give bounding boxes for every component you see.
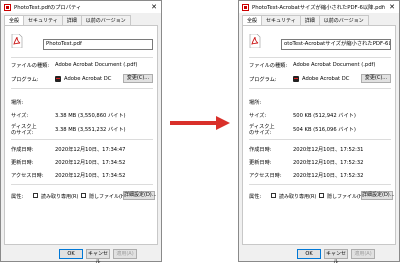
window-title: PhotoTest.pdfのプロパティ [14, 5, 82, 11]
program-label: プログラム: [249, 77, 277, 83]
hidden-checkbox[interactable] [81, 193, 86, 198]
apply-button[interactable]: 適用(A) [113, 249, 137, 259]
readonly-label: 読み取り専用(R) [41, 194, 79, 200]
pdf-file-icon [249, 34, 261, 48]
modified-label: 更新日時: [249, 160, 272, 166]
modified-value: 2020年12月10日、17:34:52 [55, 160, 126, 166]
created-label: 作成日時: [249, 147, 272, 153]
location-label: 場所: [249, 100, 262, 106]
general-panel: PhotoTest.pdf ファイルの種類: Adobe Acrobat Doc… [4, 25, 158, 245]
divider [11, 88, 153, 89]
created-value: 2020年12月10日、17:52:31 [293, 147, 364, 153]
properties-dialog-reduced: PhotoTest-Acrobatサイズが縮小されたPDF-6以降.pdfのプロ… [238, 0, 400, 265]
tab-strip: 全般 セキュリティ 詳細 以前のバージョン [4, 15, 131, 26]
filetype-label: ファイルの種類: [11, 63, 50, 69]
size-label: サイズ: [249, 113, 267, 119]
accessed-value: 2020年12月10日、17:52:32 [293, 173, 364, 179]
size-label: サイズ: [11, 113, 29, 119]
created-label: 作成日時: [11, 147, 34, 153]
program-value: Adobe Acrobat DC [64, 76, 112, 82]
general-panel: otoTest-Acrobatサイズが縮小されたPDF-6以降.pdf ファイル… [242, 25, 396, 245]
readonly-checkbox[interactable] [271, 193, 276, 198]
modified-label: 更新日時: [11, 160, 34, 166]
location-label: 場所: [11, 100, 24, 106]
accessed-label: アクセス日時: [249, 173, 282, 179]
divider [11, 57, 153, 58]
filename-field[interactable]: otoTest-Acrobatサイズが縮小されたPDF-6以降.pdf [281, 39, 391, 50]
divider [249, 57, 391, 58]
advanced-button[interactable]: 詳細設定(D)... [123, 191, 157, 200]
filetype-value: Adobe Acrobat Document (.pdf) [293, 62, 376, 68]
size-value: 500 KB (512,942 バイト) [293, 113, 356, 119]
program-value: Adobe Acrobat DC [302, 76, 350, 82]
created-value: 2020年12月10日、17:34:47 [55, 147, 126, 153]
ok-button[interactable]: OK [297, 249, 321, 259]
hidden-label: 隠しファイル(H) [327, 194, 365, 200]
filetype-value: Adobe Acrobat Document (.pdf) [55, 62, 138, 68]
window-title: PhotoTest-Acrobatサイズが縮小されたPDF-6以降.pdfのプロ… [252, 5, 385, 11]
readonly-label: 読み取り専用(R) [279, 194, 317, 200]
disksize-value: 3.38 MB (3,551,232 バイト) [55, 127, 126, 133]
cancel-button[interactable]: キャンセル [324, 249, 348, 265]
tab-strip: 全般 セキュリティ 詳細 以前のバージョン [242, 15, 369, 26]
filetype-label: ファイルの種類: [249, 63, 288, 69]
program-label: プログラム: [11, 77, 39, 83]
size-value: 3.38 MB (3,550,860 バイト) [55, 113, 126, 119]
acrobat-app-icon [55, 76, 61, 82]
disksize-value: 504 KB (516,096 バイト) [293, 127, 356, 133]
tab-security[interactable]: セキュリティ [261, 15, 301, 25]
advanced-button[interactable]: 詳細設定(D)... [361, 191, 395, 200]
acrobat-app-icon [293, 76, 299, 82]
properties-dialog-original: PhotoTest.pdfのプロパティ ✕ 全般 セキュリティ 詳細 以前のバー… [0, 0, 162, 265]
filename-field[interactable]: PhotoTest.pdf [43, 39, 153, 50]
attributes-label: 属性: [11, 194, 24, 200]
tab-security[interactable]: セキュリティ [23, 15, 63, 25]
tab-previous-versions[interactable]: 以前のバージョン [318, 15, 369, 25]
apply-button[interactable]: 適用(A) [351, 249, 375, 259]
pdf-title-icon [242, 3, 249, 11]
close-icon[interactable]: ✕ [147, 3, 161, 11]
attributes-label: 属性: [249, 194, 262, 200]
ok-button[interactable]: OK [59, 249, 83, 259]
accessed-value: 2020年12月10日、17:34:52 [55, 173, 126, 179]
readonly-checkbox[interactable] [33, 193, 38, 198]
change-button[interactable]: 変更(C)... [361, 74, 391, 83]
cancel-button[interactable]: キャンセル [86, 249, 110, 265]
disksize-label-line2: のサイズ: [11, 130, 34, 136]
modified-value: 2020年12月10日、17:52:32 [293, 160, 364, 166]
tab-details[interactable]: 詳細 [61, 15, 82, 25]
pdf-file-icon [11, 34, 23, 48]
tab-details[interactable]: 詳細 [299, 15, 320, 25]
title-bar: PhotoTest.pdfのプロパティ ✕ [1, 1, 161, 13]
divider [249, 139, 391, 140]
close-icon[interactable]: ✕ [385, 3, 399, 11]
divider [11, 184, 153, 185]
disksize-label-line2: のサイズ: [249, 130, 272, 136]
accessed-label: アクセス日時: [11, 173, 44, 179]
divider [249, 184, 391, 185]
pdf-title-icon [4, 3, 11, 11]
hidden-label: 隠しファイル(H) [89, 194, 127, 200]
divider [11, 139, 153, 140]
title-bar: PhotoTest-Acrobatサイズが縮小されたPDF-6以降.pdfのプロ… [239, 1, 399, 13]
divider [249, 88, 391, 89]
right-arrow-icon [170, 116, 230, 130]
hidden-checkbox[interactable] [319, 193, 324, 198]
change-button[interactable]: 変更(C)... [123, 74, 153, 83]
tab-previous-versions[interactable]: 以前のバージョン [80, 15, 131, 25]
